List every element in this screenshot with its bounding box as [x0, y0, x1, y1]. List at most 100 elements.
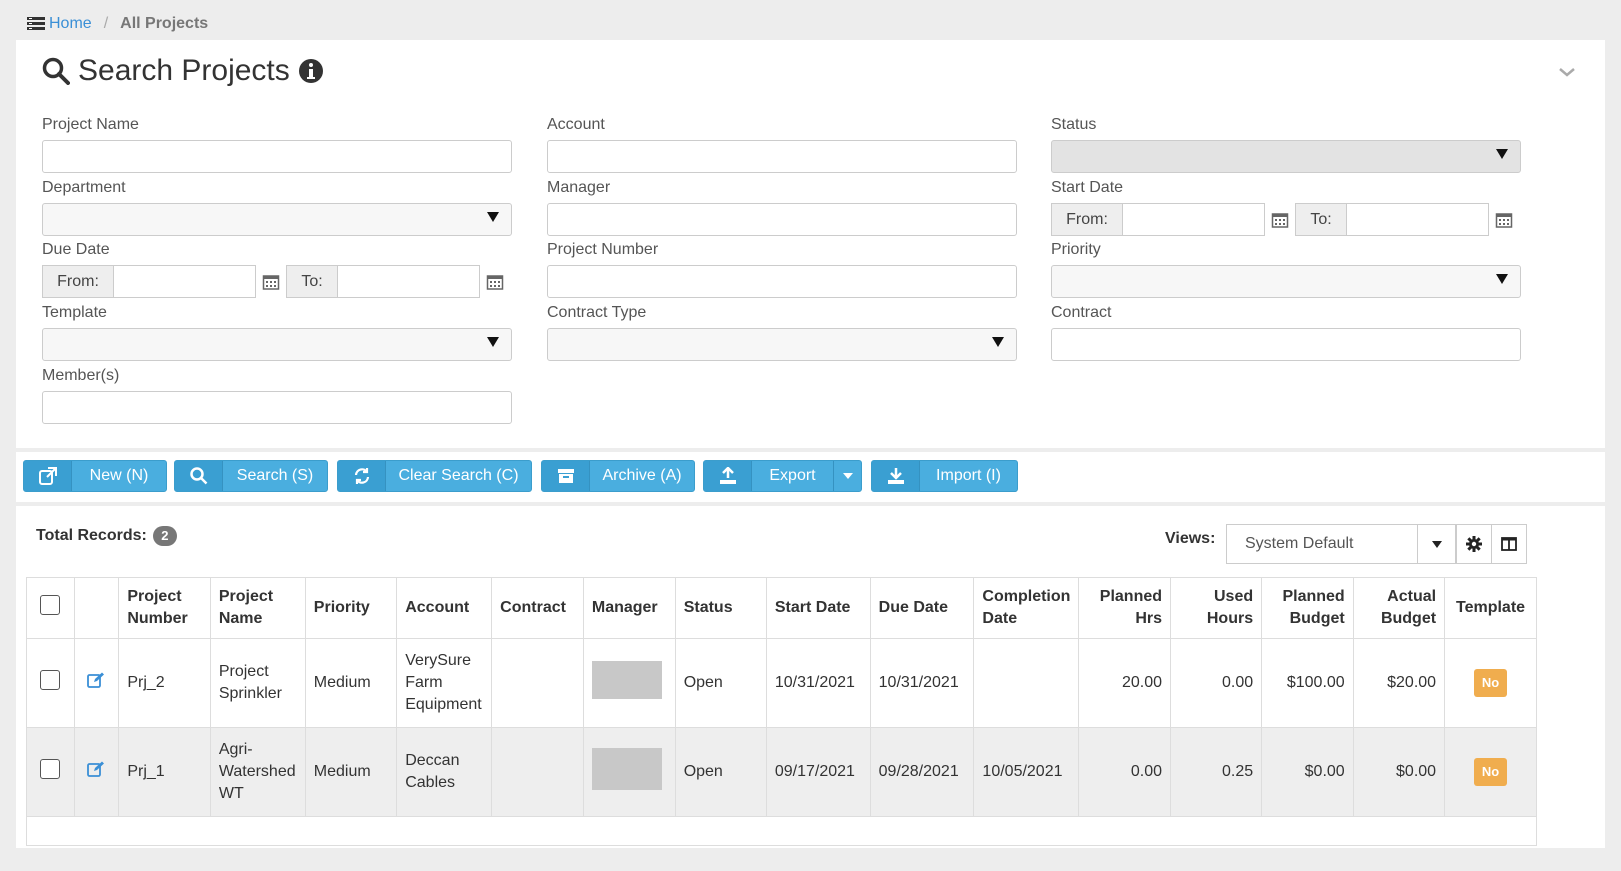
search-icon — [42, 57, 70, 85]
cell-start-date: 10/31/2021 — [765, 638, 871, 728]
column-header-project-name[interactable]: Project Name — [209, 577, 306, 639]
cell-manager — [582, 727, 676, 817]
column-header-planned-budget[interactable]: Planned Budget — [1261, 577, 1354, 639]
cell-template: No — [1444, 638, 1537, 728]
action-bar: New (N) Search (S) Clear Search (C) Arch… — [16, 452, 1605, 502]
edit-icon[interactable] — [87, 672, 105, 688]
row-checkbox[interactable] — [40, 758, 61, 779]
archive-button-label: Archive (A) — [602, 467, 682, 484]
clear-search-button[interactable]: Clear Search (C) — [337, 460, 532, 492]
column-header-manager[interactable]: Manager — [582, 577, 676, 639]
cell-manager — [582, 638, 676, 728]
column-header-used-hours[interactable]: Used Hours — [1170, 577, 1263, 639]
column-header-completion-date[interactable]: Completion Date — [973, 577, 1080, 639]
cell-contract — [491, 638, 584, 728]
caret-down-icon[interactable] — [833, 461, 861, 491]
views-label: Views: — [1165, 530, 1216, 547]
import-button-label: Import (I) — [936, 467, 1001, 484]
column-header-status[interactable]: Status — [674, 577, 767, 639]
column-header-priority[interactable]: Priority — [304, 577, 398, 639]
calendar-icon[interactable] — [480, 273, 510, 291]
table-row: Prj_2 Project Sprinkler Medium VerySure Fa… — [26, 638, 1537, 728]
breadcrumb: Home / All Projects — [0, 0, 1621, 38]
cell-planned-budget: $100.00 — [1261, 638, 1354, 728]
project-name-input[interactable] — [42, 140, 512, 173]
gear-icon[interactable] — [1456, 524, 1492, 564]
row-checkbox[interactable] — [40, 669, 61, 690]
breadcrumb-home-link[interactable]: Home — [27, 15, 92, 33]
account-input[interactable] — [547, 140, 1017, 173]
members-input[interactable] — [42, 391, 512, 424]
status-select[interactable] — [1051, 140, 1521, 173]
due-date-from-label: From: — [42, 265, 114, 298]
caret-down-icon — [1496, 274, 1508, 284]
export-icon — [704, 461, 752, 491]
export-button[interactable]: Export — [703, 460, 862, 492]
row-edit-cell — [73, 638, 120, 728]
project-number-input[interactable] — [547, 265, 1017, 298]
views-select[interactable]: System Default — [1226, 524, 1456, 564]
calendar-icon[interactable] — [1489, 211, 1519, 229]
due-date-to-input[interactable] — [338, 265, 480, 298]
breadcrumb-separator: / — [103, 15, 109, 32]
start-date-from-input[interactable] — [1123, 203, 1265, 236]
caret-down-icon — [487, 212, 499, 222]
column-header-actual-budget[interactable]: Actual Budget — [1352, 577, 1446, 639]
column-header-template[interactable]: Template — [1444, 577, 1537, 639]
start-date-to-label: To: — [1295, 203, 1347, 236]
archive-button[interactable]: Archive (A) — [541, 460, 695, 492]
calendar-icon[interactable] — [1265, 211, 1295, 229]
search-icon — [175, 461, 223, 491]
cell-project-number: Prj_1 — [118, 727, 211, 817]
new-button[interactable]: New (N) — [23, 460, 167, 492]
start-date-from-label: From: — [1051, 203, 1123, 236]
table-row: Prj_1 Agri- Watershed WT Medium Deccan Cabl… — [26, 727, 1537, 817]
cell-completion-date: 10/05/2021 — [973, 727, 1080, 817]
column-header-planned-hrs[interactable]: Planned Hrs — [1078, 577, 1172, 639]
column-header-start-date[interactable]: Start Date — [765, 577, 871, 639]
cell-contract — [491, 727, 584, 817]
import-button[interactable]: Import (I) — [871, 460, 1018, 492]
calendar-icon[interactable] — [256, 273, 286, 291]
cell-planned-hrs: 20.00 — [1078, 638, 1172, 728]
export-button-label: Export — [769, 467, 816, 484]
columns-icon[interactable] — [1491, 524, 1527, 564]
breadcrumb-home-label[interactable]: Home — [49, 15, 92, 33]
search-title: Search Projects — [42, 54, 324, 88]
contract-type-select[interactable] — [547, 328, 1017, 361]
select-all-checkbox[interactable] — [40, 594, 61, 615]
edit-column-header — [73, 577, 120, 639]
cell-template: No — [1444, 727, 1537, 817]
due-date-from-input[interactable] — [114, 265, 256, 298]
account-field: Account — [547, 116, 1017, 173]
info-icon[interactable] — [298, 58, 324, 84]
row-select-cell — [26, 727, 75, 817]
cell-project-number: Prj_2 — [118, 638, 211, 728]
cell-actual-budget: $20.00 — [1352, 638, 1446, 728]
priority-select[interactable] — [1051, 265, 1521, 298]
column-header-contract[interactable]: Contract — [491, 577, 584, 639]
cell-planned-hrs: 0.00 — [1078, 727, 1172, 817]
edit-icon[interactable] — [87, 761, 105, 777]
search-button[interactable]: Search (S) — [174, 460, 328, 492]
import-icon — [872, 461, 920, 491]
priority-field: Priority — [1051, 241, 1521, 298]
search-button-label: Search (S) — [236, 467, 314, 484]
column-header-due-date[interactable]: Due Date — [869, 577, 975, 639]
start-date-to-input[interactable] — [1347, 203, 1489, 236]
column-header-project-number[interactable]: Project Number — [118, 577, 211, 639]
chevron-down-icon[interactable] — [1557, 62, 1577, 82]
manager-input[interactable] — [547, 203, 1017, 236]
template-select[interactable] — [42, 328, 512, 361]
cell-due-date: 10/31/2021 — [869, 638, 975, 728]
department-select[interactable] — [42, 203, 512, 236]
template-badge: No — [1473, 669, 1508, 697]
contract-type-field: Contract Type — [547, 304, 1017, 361]
priority-label: Priority — [1051, 241, 1101, 258]
contract-input[interactable] — [1051, 328, 1521, 361]
manager-field: Manager — [547, 179, 1017, 236]
search-title-text: Search Projects — [78, 54, 290, 87]
caret-down-icon[interactable] — [1417, 525, 1455, 563]
column-header-account[interactable]: Account — [396, 577, 493, 639]
start-date-field: Start Date From: To: — [1051, 179, 1521, 236]
